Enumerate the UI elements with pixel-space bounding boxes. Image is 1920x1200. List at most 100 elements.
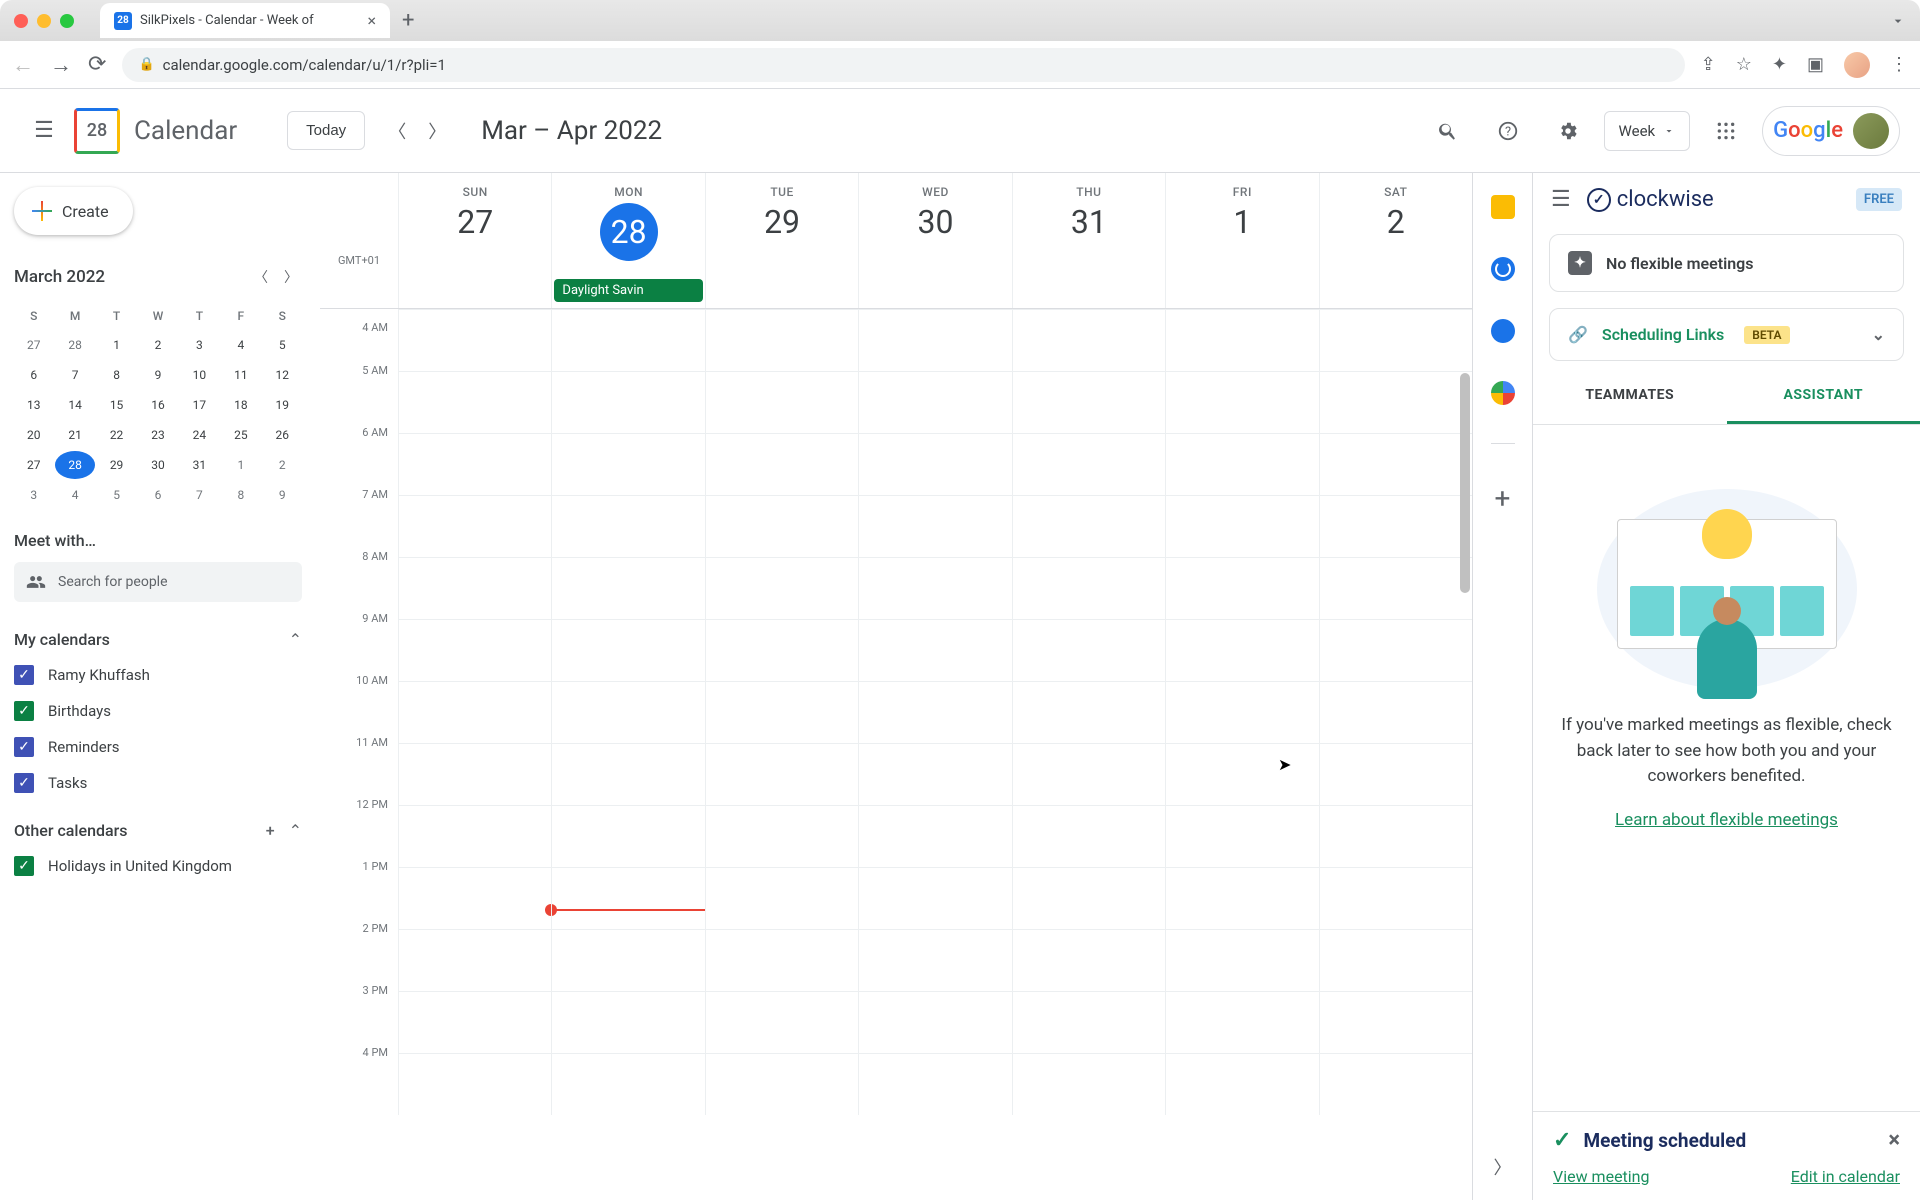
close-toast-icon[interactable]: × <box>1888 1128 1900 1153</box>
mini-day[interactable]: 1 <box>97 331 136 359</box>
tab-teammates[interactable]: TEAMMATES <box>1533 369 1727 424</box>
scheduling-links-card[interactable]: 🔗 Scheduling Links BETA ⌄ <box>1549 308 1904 361</box>
checkbox-icon[interactable]: ✓ <box>14 665 34 685</box>
browser-tab[interactable]: 28 SilkPixels - Calendar - Week of × <box>100 3 390 38</box>
minimize-window-icon[interactable] <box>37 14 51 28</box>
edit-in-calendar-link[interactable]: Edit in calendar <box>1791 1167 1900 1186</box>
hour-cell[interactable] <box>1319 433 1472 495</box>
hour-cell[interactable] <box>1319 309 1472 371</box>
hour-cell[interactable] <box>858 371 1011 433</box>
hour-cell[interactable] <box>1012 433 1165 495</box>
hour-cell[interactable] <box>1012 309 1165 371</box>
hour-cell[interactable] <box>858 557 1011 619</box>
mini-day[interactable]: 11 <box>221 361 260 389</box>
hour-cell[interactable] <box>1319 867 1472 929</box>
tasks-icon[interactable] <box>1491 257 1515 281</box>
hour-cell[interactable] <box>705 991 858 1053</box>
hour-cell[interactable] <box>398 805 551 867</box>
hour-cell[interactable] <box>398 867 551 929</box>
mini-day[interactable]: 10 <box>180 361 219 389</box>
day-header[interactable]: SUN27 <box>398 173 551 277</box>
mini-next-month[interactable]: 〉 <box>280 263 302 291</box>
hour-cell[interactable] <box>1319 495 1472 557</box>
hour-cell[interactable] <box>551 495 704 557</box>
hour-cell[interactable] <box>398 371 551 433</box>
hour-cell[interactable] <box>1012 805 1165 867</box>
account-switcher[interactable]: Google <box>1762 106 1900 156</box>
new-tab-button[interactable]: + <box>402 8 414 33</box>
hour-cell[interactable] <box>1319 371 1472 433</box>
hour-cell[interactable] <box>1165 805 1318 867</box>
day-header[interactable]: MON28 <box>551 173 704 277</box>
mini-day[interactable]: 26 <box>263 421 302 449</box>
hour-cell[interactable] <box>858 743 1011 805</box>
get-addons-icon[interactable]: + <box>1495 482 1511 515</box>
sidepanel-icon[interactable]: ▣ <box>1807 54 1824 75</box>
mini-day[interactable]: 7 <box>180 481 219 509</box>
hour-cell[interactable] <box>1012 1053 1165 1115</box>
hour-cell[interactable] <box>1012 743 1165 805</box>
allday-cell[interactable] <box>1319 277 1472 308</box>
hour-cell[interactable] <box>398 743 551 805</box>
checkbox-icon[interactable]: ✓ <box>14 737 34 757</box>
mini-day[interactable]: 28 <box>55 451 94 479</box>
hour-cell[interactable] <box>705 929 858 991</box>
today-button[interactable]: Today <box>287 111 365 150</box>
mini-day[interactable]: 16 <box>138 391 177 419</box>
view-meeting-link[interactable]: View meeting <box>1553 1167 1650 1186</box>
hide-panel-icon[interactable]: 〉 <box>1494 1154 1512 1180</box>
hour-cell[interactable] <box>551 929 704 991</box>
mini-calendar[interactable]: SMTWTFS272812345678910111213141516171819… <box>14 303 302 509</box>
hour-cell[interactable] <box>858 867 1011 929</box>
maps-icon[interactable] <box>1491 381 1515 405</box>
allday-cell[interactable] <box>1165 277 1318 308</box>
hour-cell[interactable] <box>1012 991 1165 1053</box>
hour-cell[interactable] <box>705 557 858 619</box>
mini-day[interactable]: 30 <box>138 451 177 479</box>
calendar-item[interactable]: ✓Ramy Khuffash <box>14 665 302 685</box>
hour-cell[interactable] <box>1165 1053 1318 1115</box>
other-calendars-heading[interactable]: Other calendars <box>14 821 128 840</box>
mini-day[interactable]: 8 <box>221 481 260 509</box>
hour-cell[interactable] <box>1012 557 1165 619</box>
hour-cell[interactable] <box>1319 991 1472 1053</box>
hour-cell[interactable] <box>1165 371 1318 433</box>
hour-cell[interactable] <box>1165 557 1318 619</box>
day-header[interactable]: WED30 <box>858 173 1011 277</box>
hour-cell[interactable] <box>1165 433 1318 495</box>
mini-day[interactable]: 27 <box>14 451 53 479</box>
forward-button[interactable]: → <box>50 52 72 78</box>
hour-cell[interactable] <box>1165 991 1318 1053</box>
hour-cell[interactable] <box>858 309 1011 371</box>
hour-cell[interactable] <box>551 371 704 433</box>
mini-day[interactable]: 21 <box>55 421 94 449</box>
create-button[interactable]: Create <box>14 187 133 235</box>
mini-day[interactable]: 24 <box>180 421 219 449</box>
hour-cell[interactable] <box>858 619 1011 681</box>
hour-cell[interactable] <box>551 743 704 805</box>
add-other-calendar[interactable]: + <box>266 821 275 840</box>
back-button[interactable]: ← <box>12 52 34 78</box>
calendar-item[interactable]: ✓Holidays in United Kingdom <box>14 856 302 876</box>
collapse-other-calendars[interactable]: ⌃ <box>289 821 302 840</box>
hour-cell[interactable] <box>705 743 858 805</box>
hour-cell[interactable] <box>858 805 1011 867</box>
mini-day[interactable]: 28 <box>55 331 94 359</box>
mini-day[interactable]: 1 <box>221 451 260 479</box>
hour-cell[interactable] <box>705 805 858 867</box>
mini-day[interactable]: 25 <box>221 421 260 449</box>
hour-cell[interactable] <box>551 619 704 681</box>
hour-cell[interactable] <box>1012 371 1165 433</box>
maximize-window-icon[interactable] <box>60 14 74 28</box>
hour-cell[interactable] <box>551 1053 704 1115</box>
mini-day[interactable]: 22 <box>97 421 136 449</box>
mini-day[interactable]: 31 <box>180 451 219 479</box>
close-window-icon[interactable] <box>14 14 28 28</box>
allday-cell[interactable] <box>705 277 858 308</box>
mini-day[interactable]: 4 <box>221 331 260 359</box>
mini-day[interactable]: 23 <box>138 421 177 449</box>
hour-cell[interactable] <box>1165 309 1318 371</box>
hour-cell[interactable] <box>858 681 1011 743</box>
mini-day[interactable]: 17 <box>180 391 219 419</box>
hour-cell[interactable] <box>551 805 704 867</box>
